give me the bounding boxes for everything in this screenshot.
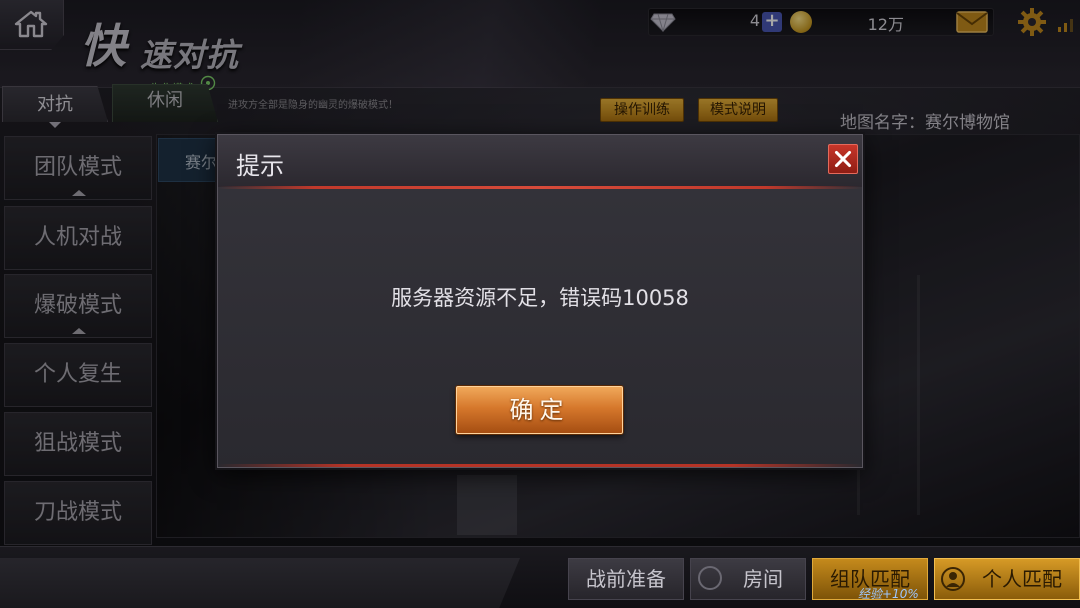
close-icon xyxy=(834,150,852,168)
dialog-bottom-divider xyxy=(218,464,862,467)
team-bonus-label: 经验+10% xyxy=(858,587,919,601)
close-button[interactable] xyxy=(828,144,858,174)
confirm-button[interactable]: 确定 xyxy=(456,386,623,434)
prep-button[interactable]: 战前准备 xyxy=(568,558,684,600)
chat-panel[interactable] xyxy=(0,558,520,608)
dialog-message: 服务器资源不足，错误码10058 xyxy=(391,286,689,310)
dialog-title: 提示 xyxy=(236,152,284,180)
room-icon xyxy=(698,566,722,590)
dialog-header-divider xyxy=(218,186,862,189)
solo-icon xyxy=(941,567,965,591)
dialog-header xyxy=(218,135,862,187)
